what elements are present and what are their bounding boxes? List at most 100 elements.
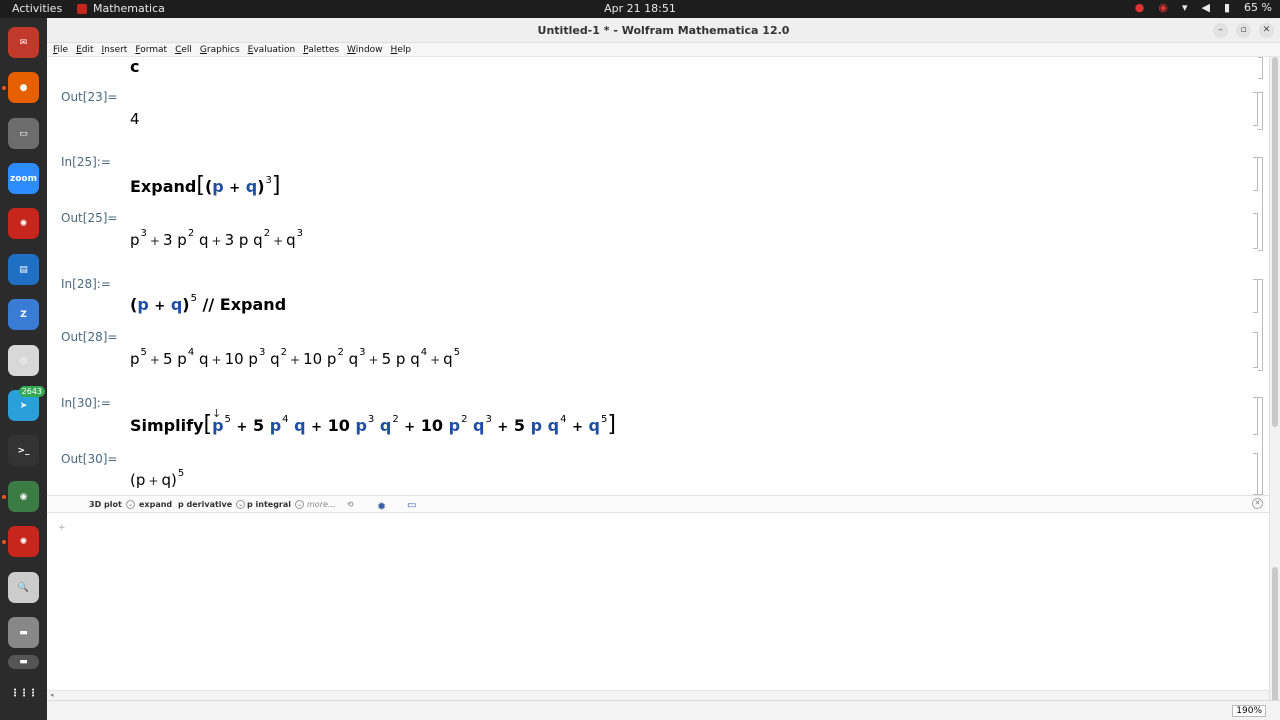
dock-glyph: ✉	[19, 37, 28, 48]
menu-help[interactable]: Help	[391, 45, 412, 55]
chevron-down-icon[interactable]: ⌄	[295, 500, 305, 509]
group-bracket[interactable]	[1258, 397, 1263, 495]
zoom-selector[interactable]: 190%	[1232, 705, 1266, 717]
running-indicator	[2, 540, 6, 544]
dock-zoom-icon[interactable]: zoom	[8, 163, 39, 194]
in25-cell[interactable]: Expand[(p + q)3]	[130, 173, 281, 198]
chevron-down-icon[interactable]: ⌄	[236, 500, 246, 509]
dock-glyph: ▬	[19, 657, 28, 667]
suggestion-expand[interactable]: expand	[139, 500, 172, 509]
title-bar[interactable]: Untitled-1 * - Wolfram Mathematica 12.0 …	[47, 18, 1280, 43]
notification-badge: 2643	[18, 386, 45, 397]
dock-writer-icon[interactable]: ▤	[8, 254, 39, 285]
dock-terminal-icon[interactable]: >_	[8, 435, 39, 466]
close-suggestions-icon[interactable]: ✕	[1252, 498, 1263, 509]
out23-label: Out[23]=	[61, 90, 118, 104]
system-tray[interactable]: ● ◉ ▾ ◀ ▮ 65 %	[1135, 1, 1272, 14]
battery-icon: ▮	[1223, 1, 1231, 14]
minimize-button[interactable]: –	[1213, 23, 1228, 38]
top-bar: Activities Mathematica Apr 21 18:51 ● ◉ …	[0, 0, 1280, 18]
suggestion-3d-plot[interactable]: 3D plot ⌄	[89, 500, 135, 509]
dock-glyph: >_	[17, 445, 30, 456]
dock-glyph: ✺	[19, 218, 28, 229]
in28-cell[interactable]: (p + q)5 // Expand	[130, 293, 286, 314]
menu-cell[interactable]: Cell	[175, 45, 192, 55]
dock-drive-icon[interactable]: ▬	[8, 617, 39, 648]
dock-files-icon[interactable]: ▭	[8, 118, 39, 149]
dock-glyph: ●	[19, 82, 28, 93]
dock-glyph: ✺	[19, 536, 28, 547]
group-bracket[interactable]	[1258, 279, 1263, 371]
menu-format[interactable]: Format	[135, 45, 167, 55]
out25-cell[interactable]: p3+ 3 p2 q +3 p q2+ q3	[130, 228, 303, 249]
chat-bubble-icon[interactable]: ▭	[407, 500, 416, 511]
dock-mathematica-1-icon[interactable]: ✺	[8, 208, 39, 239]
app-menu-label: Mathematica	[93, 2, 165, 15]
horizontal-scrollbar[interactable]: ◂	[47, 690, 1269, 700]
undo-suggestion-icon[interactable]: ⟲	[347, 500, 354, 509]
empty-notebook-area[interactable]: +	[47, 513, 1269, 693]
dock-glyph: ➤	[19, 400, 28, 411]
menu-evaluation[interactable]: Evaluation	[248, 45, 296, 55]
app-menu[interactable]: Mathematica	[77, 2, 165, 15]
menu-graphics[interactable]: Graphics	[200, 45, 240, 55]
dock-firefox-icon[interactable]: ●	[8, 72, 39, 103]
out28-label: Out[28]=	[61, 330, 118, 344]
scrollbar-thumb[interactable]	[1272, 57, 1278, 427]
chevron-down-icon[interactable]: ⌄	[125, 500, 135, 509]
in30-cell[interactable]: Simplify[p5 + 5 p4 q + 10 p3 q2 + 10 p2 …	[130, 412, 616, 437]
suggestion-more[interactable]: more...	[307, 500, 336, 509]
dock-glyph: ▭	[19, 128, 28, 139]
gear-icon[interactable]: ✹	[377, 500, 386, 513]
cell-bracket[interactable]	[1258, 57, 1263, 79]
vertical-scrollbar[interactable]	[1269, 57, 1280, 717]
dock-glyph: ▬	[19, 627, 28, 638]
dock-mail-icon[interactable]: ✉	[8, 27, 39, 58]
suggestion-p-integral[interactable]: p integral ⌄	[247, 500, 305, 509]
dock-glyph: ◉	[19, 491, 28, 502]
dock-camera-icon[interactable]: ◉	[8, 481, 39, 512]
record-icon: ●	[1134, 1, 1145, 14]
wifi-icon: ▾	[1181, 1, 1188, 14]
menu-window[interactable]: Window	[347, 45, 383, 55]
scroll-left-icon[interactable]: ◂	[50, 691, 54, 699]
dock-drive-2-icon[interactable]: ▬	[8, 655, 39, 669]
dock-zotero-icon[interactable]: Z	[8, 299, 39, 330]
suggestion-p-derivative[interactable]: p derivative ⌄	[178, 500, 246, 509]
menu-palettes[interactable]: Palettes	[303, 45, 339, 55]
out28-cell[interactable]: p5+ 5 p4 q +10 p3 q2+ 10 p2 q3+ 5 p q4+ q5	[130, 347, 460, 368]
group-bracket[interactable]	[1258, 157, 1263, 251]
volume-icon: ◀	[1201, 1, 1210, 14]
menu-file[interactable]: File	[53, 45, 68, 55]
dock-telegram-icon[interactable]: ➤ 2643	[8, 386, 45, 421]
dock: ✉ ● ▭ zoom ✺ ▤ Z ◎ ➤ 2643 >_ ◉ ✺ 🔍 ▬ ▬ ⋮⋮⋮	[0, 18, 47, 720]
close-button[interactable]: ✕	[1259, 23, 1274, 38]
out30-cell[interactable]: (p + q)5	[130, 468, 184, 489]
out30-label: Out[30]=	[61, 452, 118, 466]
chrome-icon: ◉	[1158, 1, 1168, 14]
running-indicator	[2, 86, 6, 90]
clock[interactable]: Apr 21 18:51	[0, 2, 1280, 15]
running-indicator	[2, 495, 6, 499]
activities-button[interactable]: Activities	[12, 2, 62, 15]
out23-cell[interactable]: 4	[130, 110, 140, 128]
dock-search-icon[interactable]: 🔍	[8, 572, 39, 603]
notebook[interactable]: c Out[23]= 4 In[25]:= Expand[(p + q)3] O…	[47, 57, 1269, 495]
group-bracket[interactable]	[1258, 92, 1263, 130]
status-bar: 190%	[47, 700, 1280, 720]
maximize-button[interactable]: ▫	[1236, 23, 1251, 38]
partial-output-cell[interactable]: c	[130, 57, 139, 76]
scrollbar-thumb-secondary[interactable]	[1272, 567, 1278, 717]
cell-insertion-point-icon[interactable]: +	[58, 523, 66, 533]
dock-glyph: ⋮⋮⋮	[10, 688, 38, 699]
dock-apps-grid-icon[interactable]: ⋮⋮⋮	[8, 678, 39, 709]
mathematica-mini-icon	[77, 3, 87, 14]
menu-insert[interactable]: Insert	[102, 45, 128, 55]
dock-mathematica-2-icon[interactable]: ✺	[8, 526, 39, 557]
window-title: Untitled-1 * - Wolfram Mathematica 12.0	[537, 24, 790, 37]
mouse-cursor-icon: ↓	[212, 407, 222, 420]
dock-glyph: ◎	[19, 355, 28, 366]
out25-label: Out[25]=	[61, 211, 118, 225]
menu-edit[interactable]: Edit	[76, 45, 93, 55]
dock-document-viewer-icon[interactable]: ◎	[8, 345, 39, 376]
